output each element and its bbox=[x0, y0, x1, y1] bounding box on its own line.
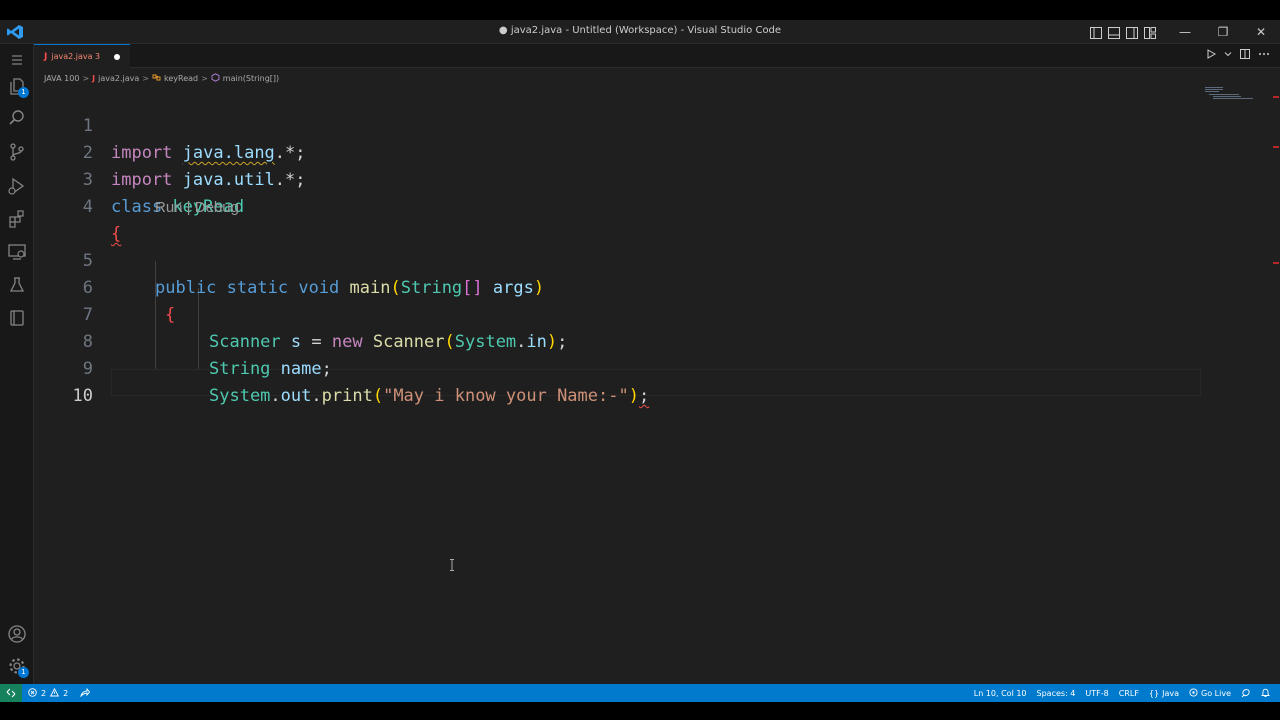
error-marker bbox=[1273, 146, 1279, 148]
status-bar: 2 2 Ln 10, Col 10 Spaces: 4 UTF-8 CRLF {… bbox=[0, 684, 1280, 702]
layout-controls bbox=[1090, 24, 1156, 39]
run-java-icon[interactable] bbox=[1206, 49, 1217, 62]
minimize-button[interactable]: — bbox=[1166, 20, 1204, 44]
end-of-line[interactable]: CRLF bbox=[1119, 689, 1139, 698]
broadcast-icon bbox=[1189, 687, 1198, 699]
dot: . bbox=[311, 386, 322, 406]
string-literal: "May i know your Name:-" bbox=[383, 386, 629, 406]
code-line: 3 class keyRead bbox=[34, 140, 1204, 217]
restore-button[interactable]: ❐ bbox=[1204, 20, 1242, 44]
code-line: 10 bbox=[34, 356, 1204, 406]
code-line: 2 import java.util.*; bbox=[34, 113, 1204, 190]
open-paren: ( bbox=[372, 386, 384, 406]
go-live-button[interactable]: Go Live bbox=[1189, 687, 1231, 699]
search-icon[interactable] bbox=[7, 108, 27, 128]
explorer-badge: 1 bbox=[18, 87, 29, 98]
code-line: 5 public static void main(String[] args) bbox=[34, 221, 1204, 298]
breadcrumb-file[interactable]: java2.java bbox=[98, 74, 139, 83]
language-label: Java bbox=[1162, 688, 1180, 698]
breadcrumb-separator: > bbox=[142, 73, 149, 83]
language-mode[interactable]: {} Java bbox=[1149, 689, 1179, 698]
error-marker bbox=[1273, 262, 1279, 264]
manage-gear-icon[interactable]: 1 bbox=[7, 656, 29, 678]
remote-indicator-icon[interactable] bbox=[0, 684, 22, 702]
code-editor[interactable]: 1 import java.lang.*; 2 import java.util… bbox=[34, 86, 1280, 684]
field-name: out bbox=[280, 386, 312, 406]
class-reference: System bbox=[209, 386, 271, 406]
warning-icon bbox=[50, 687, 60, 699]
code-line: 4 { bbox=[34, 167, 1204, 244]
editor-tabs: J java2.java 3 bbox=[34, 44, 1280, 68]
manage-badge: 1 bbox=[18, 667, 29, 678]
semicolon: ; bbox=[638, 386, 650, 406]
live-share-icon[interactable] bbox=[80, 687, 91, 699]
split-editor-icon[interactable] bbox=[1240, 49, 1250, 62]
error-marker bbox=[1273, 96, 1279, 98]
explorer-icon[interactable]: 1 bbox=[7, 76, 29, 98]
more-actions-icon[interactable] bbox=[1258, 49, 1270, 62]
tab-java2-java[interactable]: J java2.java 3 bbox=[34, 44, 130, 68]
codelens-run-debug[interactable]: Run | Debug bbox=[155, 194, 239, 221]
window-controls: — ❐ ✕ bbox=[1166, 20, 1280, 44]
toggle-panel-icon[interactable] bbox=[1108, 24, 1120, 39]
breadcrumb: JAVA 100 > J java2.java > keyRead > main… bbox=[44, 71, 279, 85]
dot: . bbox=[270, 386, 281, 406]
breadcrumb-method[interactable]: main(String[]) bbox=[223, 74, 279, 83]
java-projects-icon[interactable] bbox=[7, 308, 27, 328]
minimap[interactable] bbox=[1203, 86, 1273, 100]
method-name: print bbox=[321, 386, 373, 406]
code-line: 7 Scanner s = new Scanner(System.in); bbox=[34, 275, 1204, 352]
mouse-ibeam-cursor-icon bbox=[450, 559, 454, 571]
error-icon bbox=[28, 687, 37, 699]
breadcrumb-separator: > bbox=[201, 73, 208, 83]
go-live-label: Go Live bbox=[1201, 688, 1231, 698]
java-file-icon: J bbox=[44, 51, 48, 62]
error-count: 2 bbox=[41, 688, 47, 698]
activity-bar: 1 1 bbox=[0, 44, 34, 684]
code-line: 9 System.out.print("May i know your Name… bbox=[34, 329, 1204, 406]
unsaved-dot-icon[interactable] bbox=[114, 54, 120, 60]
vertical-scrollbar[interactable] bbox=[1272, 86, 1280, 684]
remote-explorer-icon[interactable] bbox=[7, 242, 27, 262]
breadcrumb-separator: > bbox=[82, 73, 90, 83]
status-right: Ln 10, Col 10 Spaces: 4 UTF-8 CRLF {} Ja… bbox=[974, 684, 1270, 702]
title-bar: ● java2.java - Untitled (Workspace) - Vi… bbox=[0, 20, 1280, 44]
close-paren: ) bbox=[628, 386, 639, 406]
notifications-bell-icon[interactable] bbox=[1261, 688, 1270, 698]
vscode-window: ● java2.java - Untitled (Workspace) - Vi… bbox=[0, 20, 1280, 702]
source-control-icon[interactable] bbox=[7, 142, 27, 162]
code-line: 8 String name; bbox=[34, 302, 1204, 379]
close-button[interactable]: ✕ bbox=[1242, 20, 1280, 44]
code-line: 6 { bbox=[34, 248, 1204, 325]
customize-layout-icon[interactable] bbox=[1144, 24, 1156, 39]
code-line: 1 import java.lang.*; bbox=[34, 86, 1204, 163]
line-number: 10 bbox=[72, 386, 93, 406]
braces-icon: {} bbox=[1148, 688, 1160, 698]
breadcrumb-folder[interactable]: JAVA 100 bbox=[44, 74, 79, 83]
run-dropdown-chevron-down-icon[interactable] bbox=[1224, 49, 1232, 62]
account-icon[interactable] bbox=[7, 624, 27, 644]
class-symbol-icon bbox=[152, 73, 161, 84]
menu-icon[interactable] bbox=[7, 50, 27, 70]
feedback-icon[interactable] bbox=[1241, 688, 1251, 698]
warning-count: 2 bbox=[63, 688, 69, 698]
editor-actions bbox=[1206, 49, 1270, 62]
window-title: ● java2.java - Untitled (Workspace) - Vi… bbox=[498, 25, 782, 36]
tab-label: java2.java 3 bbox=[51, 52, 101, 61]
line-number: 4 bbox=[82, 197, 93, 217]
breadcrumb-class[interactable]: keyRead bbox=[164, 74, 198, 83]
toggle-secondary-sidebar-icon[interactable] bbox=[1126, 24, 1138, 39]
method-symbol-icon bbox=[211, 72, 220, 84]
encoding[interactable]: UTF-8 bbox=[1085, 689, 1108, 698]
indentation[interactable]: Spaces: 4 bbox=[1037, 689, 1076, 698]
testing-icon[interactable] bbox=[7, 275, 27, 295]
extensions-icon[interactable] bbox=[7, 209, 27, 229]
cursor-position[interactable]: Ln 10, Col 10 bbox=[974, 689, 1027, 698]
problems-indicator[interactable]: 2 2 bbox=[28, 684, 91, 702]
run-debug-icon[interactable] bbox=[7, 176, 27, 196]
code-content: System.out.print("May i know your Name:-… bbox=[209, 383, 649, 410]
java-file-icon: J bbox=[92, 73, 96, 83]
toggle-primary-sidebar-icon[interactable] bbox=[1090, 24, 1102, 39]
